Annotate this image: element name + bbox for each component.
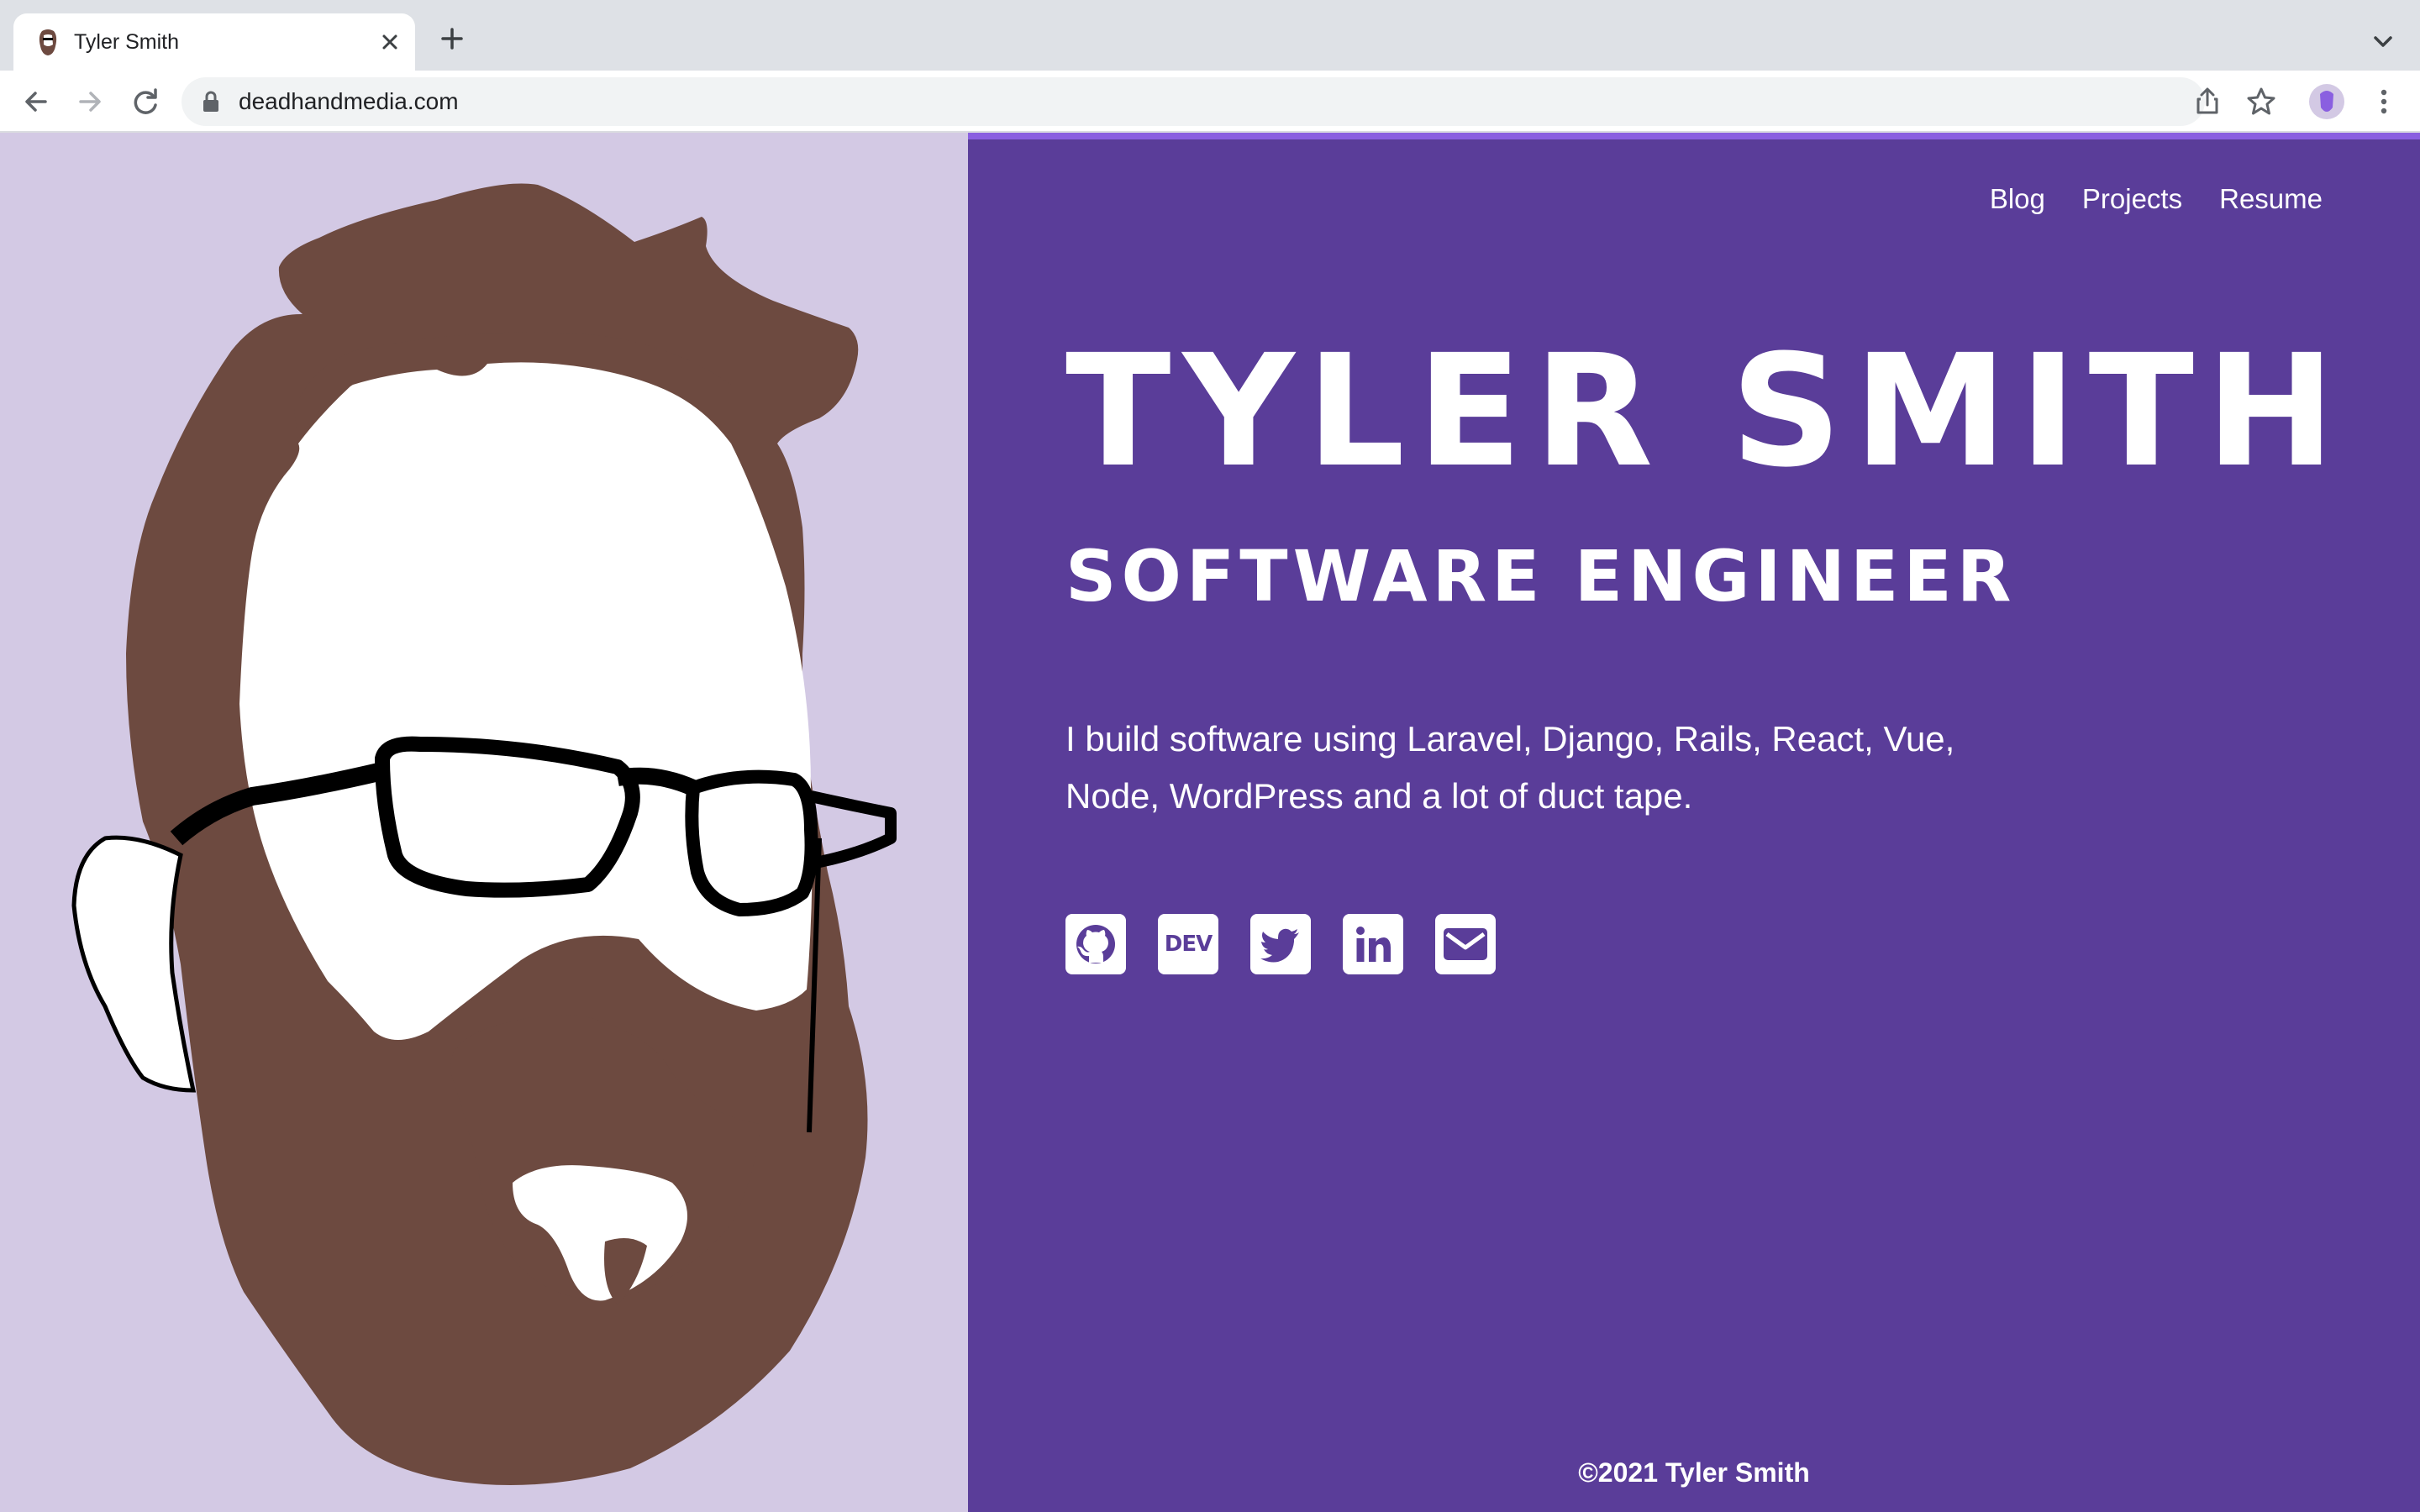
kebab-menu-icon[interactable] [2365, 82, 2403, 121]
main-nav: Blog Projects Resume [1990, 183, 2323, 215]
hero-bio: I build software using Laravel, Django, … [1065, 719, 1955, 816]
twitter-link[interactable] [1250, 914, 1311, 974]
reload-icon[interactable] [126, 82, 165, 121]
browser-toolbar: deadhandmedia.com [0, 71, 2420, 133]
nav-blog[interactable]: Blog [1990, 183, 2045, 215]
github-link[interactable] [1065, 914, 1126, 974]
plus-icon[interactable] [435, 22, 469, 55]
nav-resume[interactable]: Resume [2219, 183, 2323, 215]
close-icon[interactable] [373, 25, 407, 59]
lock-icon[interactable] [200, 90, 222, 113]
arrow-left-icon[interactable] [17, 82, 55, 121]
url-text[interactable]: deadhandmedia.com [239, 77, 459, 126]
hero-name: TYLER SMITH [1065, 322, 2348, 501]
nav-projects[interactable]: Projects [2082, 183, 2182, 215]
twitter-icon [1260, 928, 1299, 963]
linkedin-icon [1356, 927, 1391, 962]
share-icon[interactable] [2188, 82, 2227, 121]
footer-copyright: ©2021 Tyler Smith [1578, 1457, 1810, 1488]
hero-role: SOFTWARE ENGINEER [1065, 535, 2017, 617]
linkedin-link[interactable] [1343, 914, 1403, 974]
dev-link[interactable]: DEV [1158, 914, 1218, 974]
address-bar[interactable]: deadhandmedia.com [182, 77, 2205, 126]
portrait-panel [0, 133, 968, 1512]
ear-shape [71, 835, 197, 1093]
tab-title: Tyler Smith [74, 30, 180, 54]
portrait-illustration [71, 183, 897, 1485]
dev-icon: DEV [1164, 932, 1213, 957]
github-icon [1076, 925, 1115, 963]
browser-tab-strip: Tyler Smith [0, 0, 2420, 71]
browser-tab[interactable]: Tyler Smith [13, 13, 415, 71]
social-links: DEV [1065, 914, 1496, 974]
email-icon [1444, 928, 1487, 960]
portrait-favicon [39, 29, 57, 55]
intro-panel: Blog Projects Resume TYLER SMITH SOFTWAR… [968, 133, 2420, 1512]
avatar[interactable] [2307, 82, 2346, 121]
face-shape [239, 360, 813, 1040]
arrow-right-icon[interactable] [71, 82, 109, 121]
page-content: Blog Projects Resume TYLER SMITH SOFTWAR… [0, 133, 2420, 1512]
chevron-down-icon[interactable] [2366, 25, 2400, 59]
star-icon[interactable] [2242, 82, 2281, 121]
email-link[interactable] [1435, 914, 1496, 974]
